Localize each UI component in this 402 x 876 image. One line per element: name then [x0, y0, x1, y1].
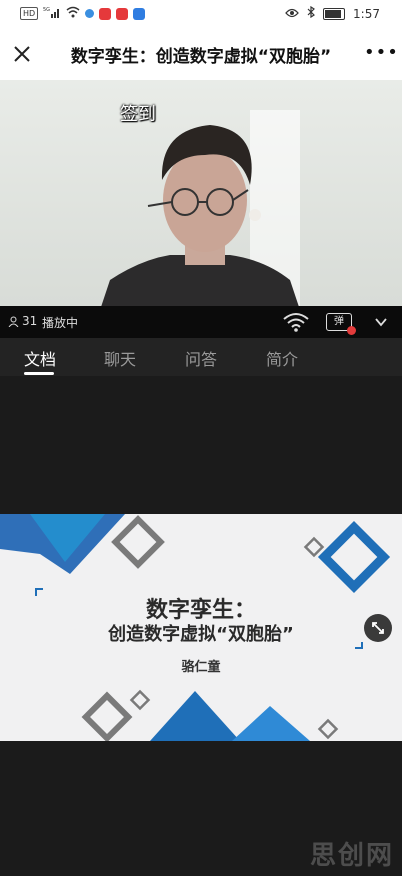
network-button[interactable]: [282, 311, 310, 333]
danmu-label: 弹: [334, 316, 344, 327]
live-video[interactable]: 签到: [0, 80, 402, 306]
slide-author: 骆仁童: [181, 660, 221, 675]
active-tab-indicator: [24, 372, 54, 375]
danmu-off-icon: [347, 326, 356, 335]
play-status: 播放中: [42, 316, 79, 330]
close-icon: [14, 46, 30, 62]
tab-qa[interactable]: 问答: [185, 346, 217, 370]
slide-subtitle: 创造数字虚拟“双胞胎”: [108, 624, 294, 645]
network-badge: HD: [20, 7, 39, 20]
video-control-bar: 31 播放中 弹: [0, 306, 402, 338]
collapse-button[interactable]: [374, 315, 388, 329]
signal-icon: 5G: [43, 6, 61, 21]
wifi-status-icon: [66, 6, 80, 21]
wifi-icon: [283, 313, 309, 332]
header: 数字孪生：创造数字虚拟“双胞胎” •••: [0, 28, 402, 80]
viewer-count-value: 31: [22, 314, 38, 328]
expand-icon: [372, 622, 384, 634]
signal-label: 5G: [43, 7, 50, 13]
tab-chat[interactable]: 聊天: [104, 346, 136, 370]
eye-icon: [285, 7, 299, 21]
status-bar: HD 5G 1:57: [0, 0, 402, 28]
tab-bar: 文档 聊天 问答 简介: [0, 338, 402, 376]
close-button[interactable]: [10, 42, 34, 66]
document-slide[interactable]: 数字孪生： 创造数字虚拟“双胞胎” 骆仁童: [0, 514, 402, 741]
page-title: 数字孪生：创造数字虚拟“双胞胎”: [70, 47, 332, 67]
presenter-image: [101, 110, 300, 306]
tab-documents[interactable]: 文档: [24, 346, 56, 370]
bottom-area: 思创网: [0, 741, 402, 876]
tab-intro[interactable]: 简介: [266, 346, 298, 370]
app-notification-icon-3: [133, 7, 146, 20]
fullscreen-button[interactable]: [364, 614, 392, 642]
more-button[interactable]: •••: [364, 42, 398, 66]
user-icon: [8, 316, 19, 327]
site-watermark: 思创网: [309, 841, 394, 871]
battery-icon: [323, 7, 346, 20]
bluetooth-icon: [307, 5, 315, 21]
app-notification-icon: [99, 7, 112, 20]
chevron-down-icon: [375, 318, 387, 327]
shield-app-icon: [85, 9, 95, 18]
viewer-count: 31: [8, 314, 37, 328]
app-notification-icon-2: [116, 7, 129, 20]
clock: 1:57: [353, 6, 380, 21]
danmu-toggle-button[interactable]: 弹: [326, 313, 356, 335]
signin-overlay[interactable]: 签到: [120, 100, 156, 126]
document-area-empty: [0, 376, 402, 514]
